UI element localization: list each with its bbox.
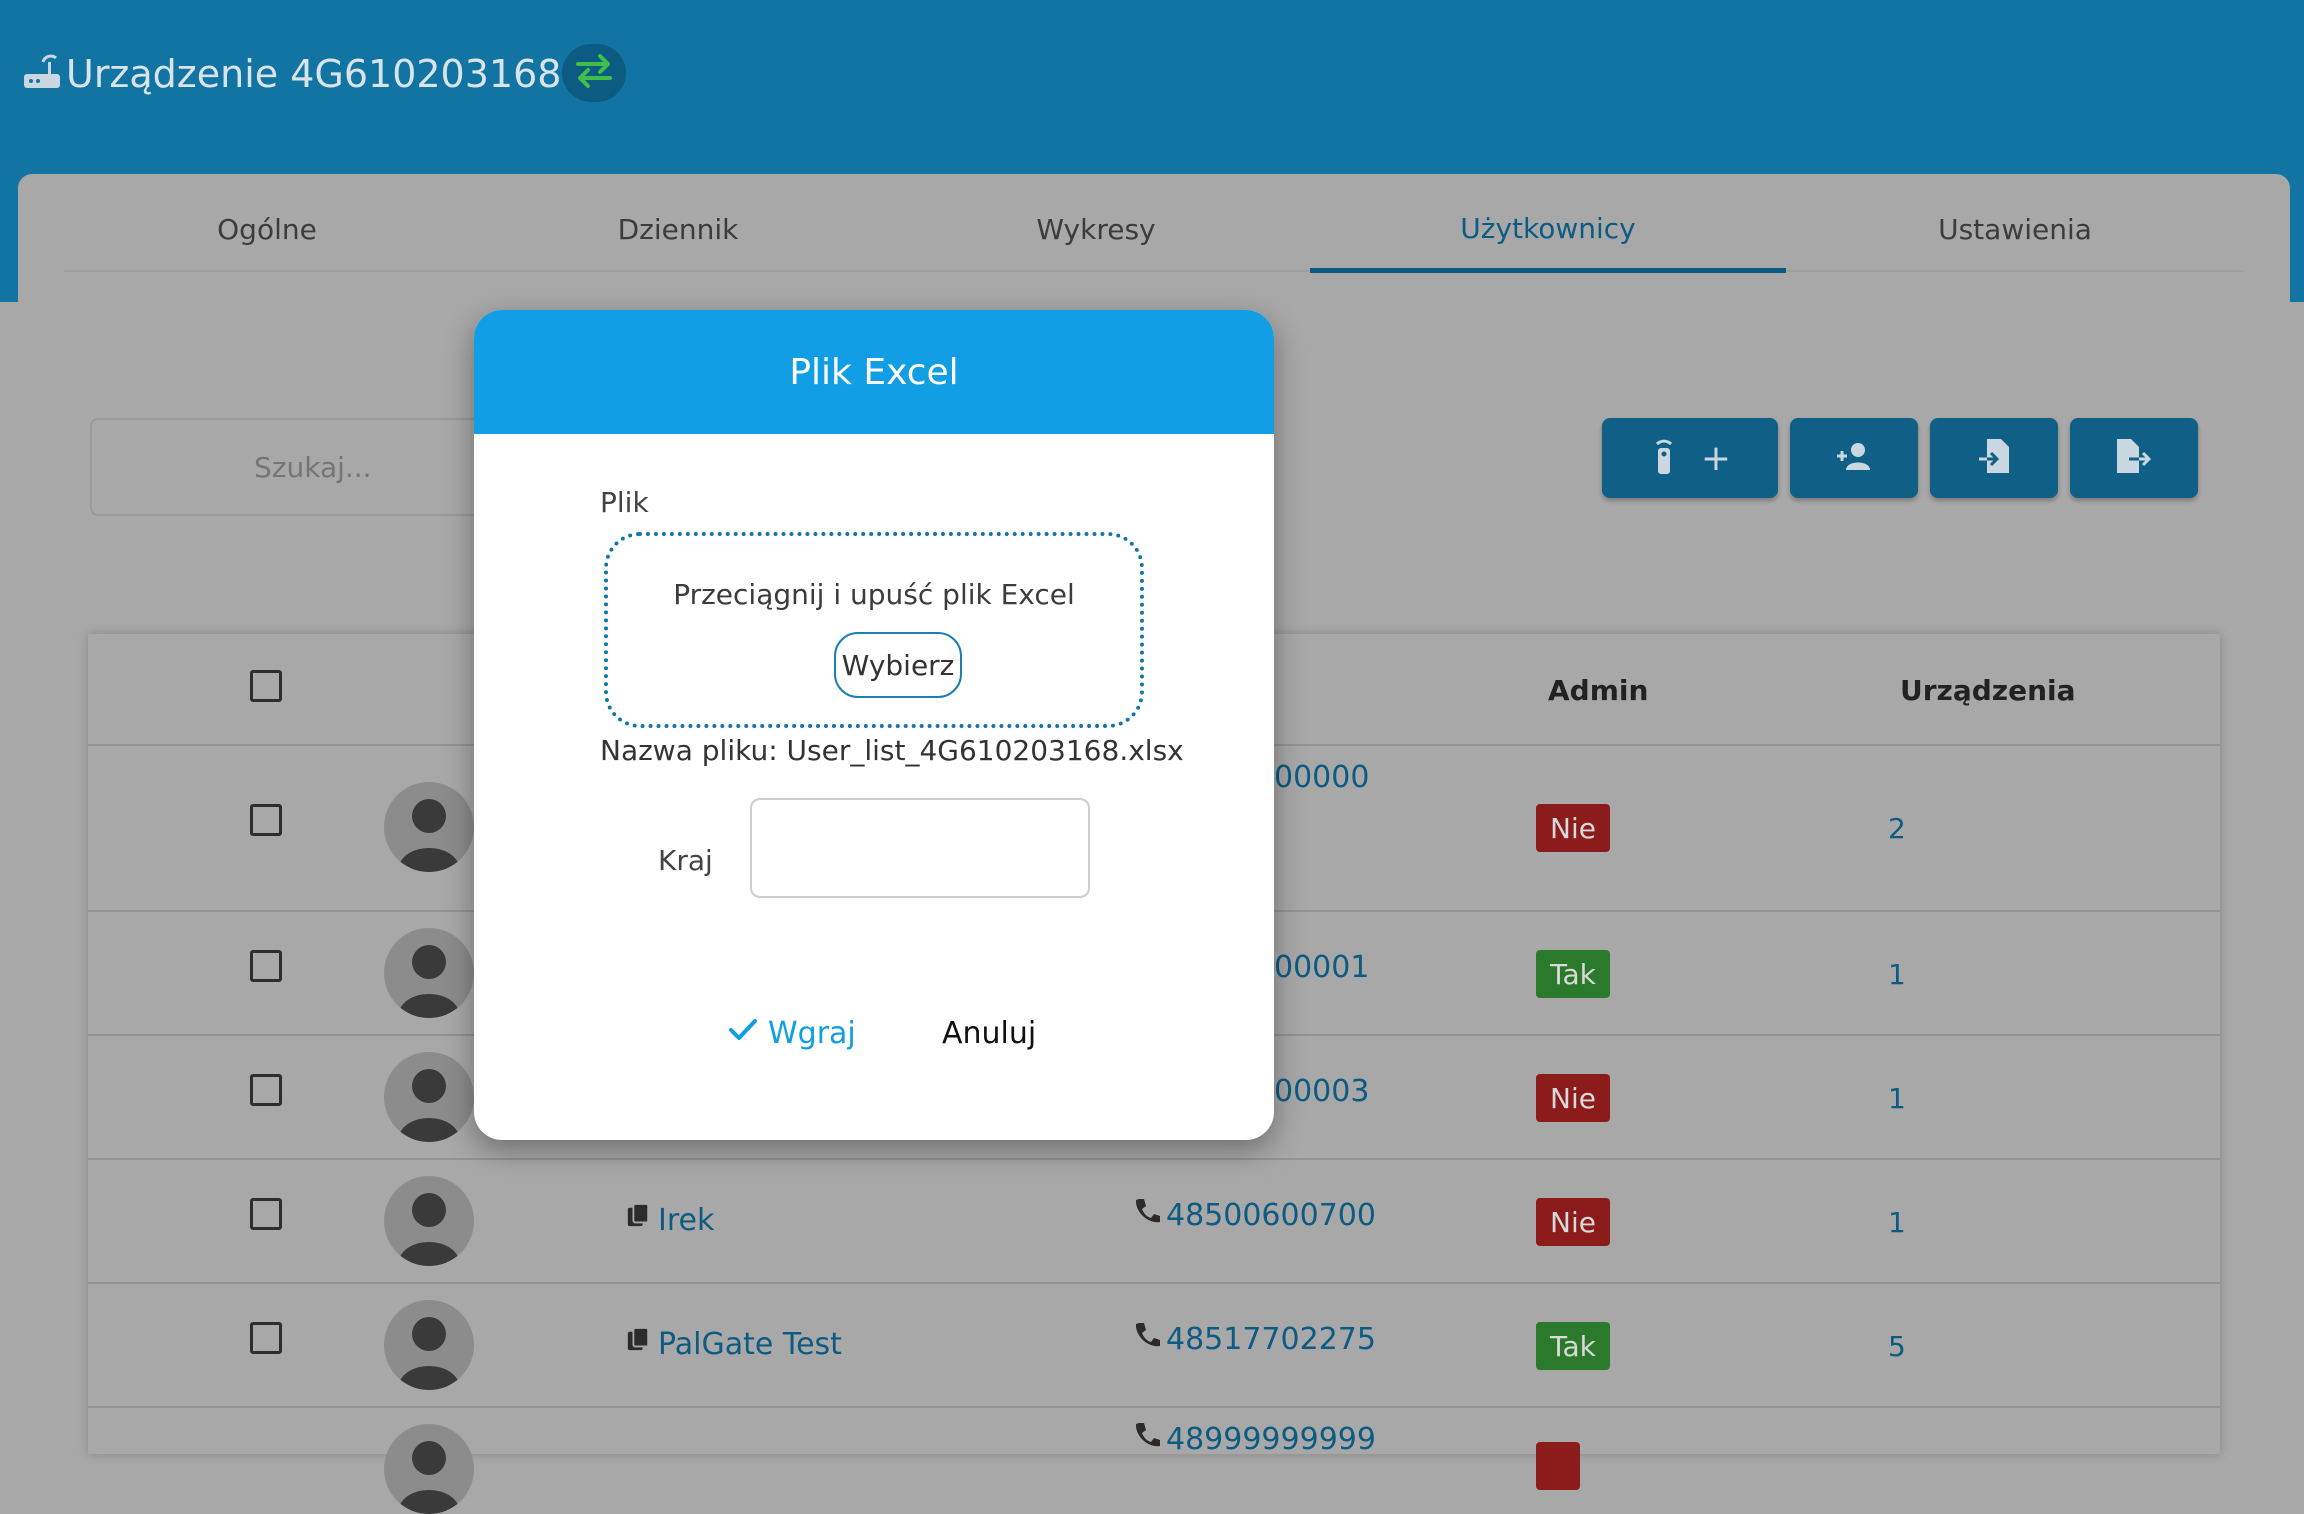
phone-link[interactable]: 00003: [1274, 1074, 1369, 1109]
devices-count[interactable]: 1: [1888, 1206, 1906, 1239]
admin-badge: Tak: [1536, 1322, 1610, 1370]
phone-icon: [1132, 1196, 1166, 1234]
router-icon: [22, 52, 62, 96]
import-button[interactable]: [1930, 418, 2058, 498]
column-header-admin: Admin: [1548, 674, 1649, 707]
country-input[interactable]: [750, 798, 1090, 898]
user-name-link[interactable]: PalGate Test: [626, 1326, 842, 1362]
row-checkbox[interactable]: [250, 804, 282, 836]
user-plus-icon: [1834, 440, 1874, 476]
tab-log[interactable]: Dziennik: [470, 188, 886, 270]
row-checkbox[interactable]: [250, 1074, 282, 1106]
user-name-link[interactable]: Irek: [626, 1202, 714, 1238]
switch-device-button[interactable]: [562, 44, 626, 102]
avatar: [384, 782, 474, 872]
row-checkbox[interactable]: [250, 1198, 282, 1230]
avatar: [384, 1176, 474, 1266]
phone-number: 48999999999: [1166, 1421, 1376, 1457]
phone-link[interactable]: 48999999999: [1132, 1420, 1376, 1458]
tab-settings[interactable]: Ustawienia: [1786, 188, 2244, 270]
devices-count[interactable]: 2: [1888, 812, 1906, 845]
admin-badge: Nie: [1536, 1074, 1610, 1122]
row-divider: [88, 1282, 2220, 1284]
country-label: Kraj: [658, 844, 713, 877]
avatar: [384, 1052, 474, 1142]
column-header-devices: Urządzenia: [1900, 674, 2076, 707]
user-name: Irek: [658, 1202, 715, 1238]
file-dropzone[interactable]: Przeciągnij i upuść plik Excel Wybierz: [604, 532, 1144, 728]
file-label: Plik: [600, 486, 649, 519]
user-name: PalGate Test: [658, 1326, 842, 1362]
devices-count[interactable]: 5: [1888, 1330, 1906, 1363]
phone-number: 48500600700: [1166, 1197, 1376, 1233]
avatar: [384, 1300, 474, 1390]
tab-charts[interactable]: Wykresy: [886, 188, 1306, 270]
dropzone-text: Przeciągnij i upuść plik Excel: [673, 578, 1075, 611]
devices-count[interactable]: 1: [1888, 1082, 1906, 1115]
file-import-icon: [1977, 437, 2011, 479]
phone-link[interactable]: 48500600700: [1132, 1196, 1376, 1234]
admin-badge: Nie: [1536, 1198, 1610, 1246]
phone-link[interactable]: 00000: [1274, 760, 1369, 795]
copy-icon[interactable]: [626, 1202, 658, 1238]
upload-button[interactable]: Wgraj: [728, 1016, 856, 1051]
file-export-icon: [2115, 437, 2153, 479]
upload-label: Wgraj: [768, 1016, 856, 1051]
devices-count[interactable]: 1: [1888, 958, 1906, 991]
swap-arrows-icon: [572, 51, 616, 95]
row-checkbox[interactable]: [250, 950, 282, 982]
device-title-bar: Urządzenie 4G610203168: [22, 46, 591, 102]
admin-badge: Nie: [1536, 804, 1610, 852]
tab-bar: Ogólne Dziennik Wykresy Użytkownicy Usta…: [64, 188, 2244, 273]
device-title: Urządzenie 4G610203168: [66, 52, 562, 96]
tab-general[interactable]: Ogólne: [64, 188, 470, 270]
avatar: [384, 1424, 474, 1514]
export-button[interactable]: [2070, 418, 2198, 498]
copy-icon[interactable]: [626, 1326, 658, 1362]
admin-badge: Tak: [1536, 950, 1610, 998]
remote-icon: [1649, 436, 1679, 480]
phone-icon: [1132, 1420, 1166, 1458]
phone-link[interactable]: 48517702275: [1132, 1320, 1376, 1358]
add-user-button[interactable]: [1790, 418, 1918, 498]
excel-import-dialog: Plik Excel Plik Przeciągnij i upuść plik…: [474, 310, 1274, 1140]
phone-icon: [1132, 1320, 1166, 1358]
dialog-title: Plik Excel: [474, 310, 1274, 434]
checkmark-icon: [728, 1016, 768, 1051]
plus-icon: +: [1700, 437, 1732, 479]
tab-users[interactable]: Użytkownicy: [1310, 188, 1786, 273]
add-remote-button[interactable]: +: [1602, 418, 1778, 498]
row-divider: [88, 1406, 2220, 1408]
admin-badge: [1536, 1442, 1580, 1490]
choose-file-button[interactable]: Wybierz: [834, 632, 962, 698]
select-all-checkbox[interactable]: [250, 670, 282, 702]
cancel-button[interactable]: Anuluj: [942, 1016, 1036, 1051]
file-name-text: Nazwa pliku: User_list_4G610203168.xlsx: [600, 734, 1184, 767]
row-divider: [88, 1158, 2220, 1160]
avatar: [384, 928, 474, 1018]
phone-link[interactable]: 00001: [1274, 950, 1369, 985]
row-checkbox[interactable]: [250, 1322, 282, 1354]
phone-number: 48517702275: [1166, 1321, 1376, 1357]
